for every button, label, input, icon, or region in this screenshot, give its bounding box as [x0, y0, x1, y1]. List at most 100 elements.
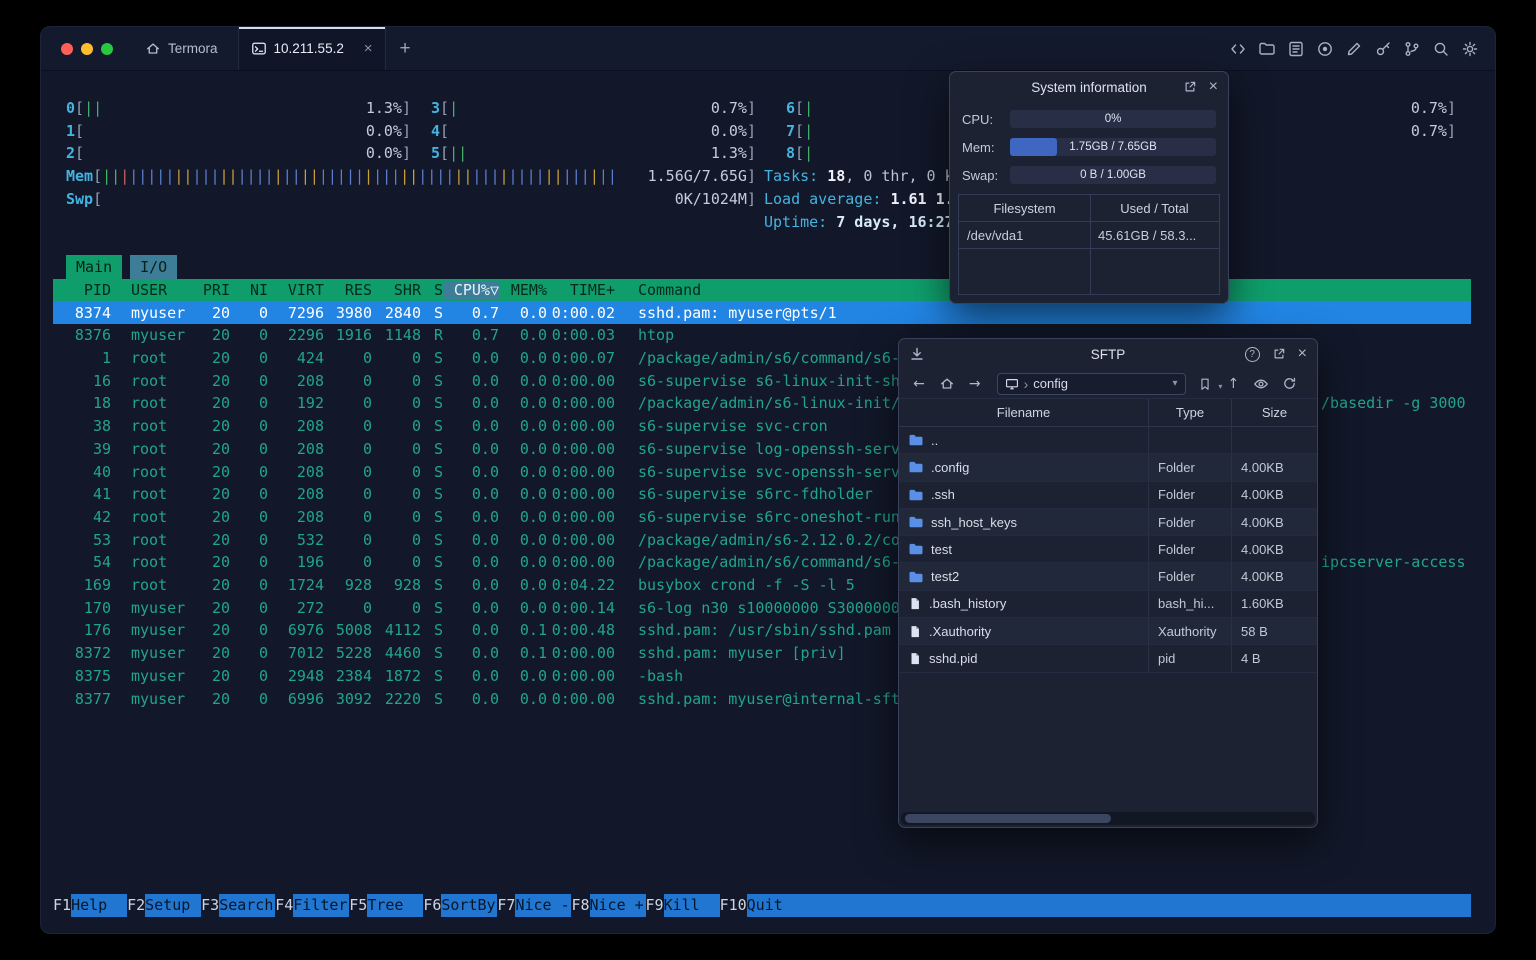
cpu-meter-2: 2[0.0%] [66, 142, 411, 165]
column-header-s[interactable]: S [421, 281, 443, 299]
process-time: 0:00.48 [551, 621, 615, 640]
open-external-icon[interactable] [1183, 80, 1197, 94]
download-icon[interactable] [909, 346, 925, 362]
file-row-test2[interactable]: test2 Folder 4.00KB [899, 563, 1317, 591]
up-icon[interactable]: ↑ [1223, 376, 1243, 392]
column-type[interactable]: Type [1149, 399, 1232, 426]
close-window-button[interactable] [61, 42, 73, 55]
file-row--bash-history[interactable]: .bash_history bash_hi... 1.60KB [899, 590, 1317, 619]
pen-icon[interactable] [1345, 40, 1363, 58]
notes-icon[interactable] [1287, 40, 1305, 58]
branch-icon[interactable] [1403, 40, 1421, 58]
column-header-virt[interactable]: VIRT [268, 281, 324, 299]
forward-icon[interactable]: → [965, 376, 985, 392]
column-header-cpu[interactable]: CPU%▽ [443, 280, 499, 299]
fkey-label-f4[interactable]: Filter [293, 894, 350, 917]
file-name-cell: sshd.pid [899, 645, 1149, 672]
zoom-window-button[interactable] [101, 42, 113, 55]
scrollbar-thumb[interactable] [905, 814, 1111, 823]
file-row-test[interactable]: test Folder 4.00KB [899, 536, 1317, 564]
process-cmd-overflow: ipcserver-access [1321, 553, 1466, 572]
open-external-icon[interactable] [1272, 347, 1286, 361]
file-row-ssh-host-keys[interactable]: ssh_host_keys Folder 4.00KB [899, 508, 1317, 537]
file-row-sshd-pid[interactable]: sshd.pid pid 4 B [899, 645, 1317, 673]
column-filename[interactable]: Filename [899, 399, 1149, 426]
process-res: 0 [362, 485, 372, 504]
minimize-window-button[interactable] [81, 42, 93, 55]
column-header-time[interactable]: TIME+ [547, 281, 615, 299]
file-row--ssh[interactable]: .ssh Folder 4.00KB [899, 481, 1317, 509]
column-filesystem[interactable]: Filesystem [959, 201, 1090, 216]
bookmark-icon[interactable]: ▾ [1196, 377, 1222, 391]
process-user: myuser [131, 621, 186, 640]
mem-pipes: || [400, 167, 419, 186]
file-row--config[interactable]: .config Folder 4.00KB [899, 454, 1317, 482]
file-type-cell: Folder [1149, 481, 1232, 508]
process-res: 0 [362, 507, 372, 526]
chevron-down-icon: ▾ [1172, 378, 1178, 389]
column-used-total[interactable]: Used / Total [1090, 201, 1219, 216]
fkey-label-f10[interactable]: Quit [746, 894, 803, 917]
settings-icon[interactable] [1461, 40, 1479, 58]
process-ni: 0 [258, 439, 268, 458]
fkey-f9: F9 [645, 896, 664, 914]
key-icon[interactable] [1374, 40, 1392, 58]
fkey-label-f9[interactable]: Kill [663, 894, 720, 917]
column-header-pid[interactable]: PID [53, 281, 111, 299]
code-icon[interactable] [1229, 40, 1247, 58]
column-header-mem[interactable]: MEM% [499, 281, 547, 299]
filesystem-row[interactable]: /dev/vda1 45.61GB / 58.3... [959, 222, 1219, 249]
horizontal-scrollbar [901, 812, 1315, 825]
file-row-parent[interactable]: .. [899, 427, 1317, 455]
fkey-label-f2[interactable]: Setup [145, 894, 202, 917]
fkey-label-f1[interactable]: Help [71, 894, 128, 917]
file-row--Xauthority[interactable]: .Xauthority Xauthority 58 B [899, 618, 1317, 646]
process-table-header: PID USER PRI NI VIRT RES SHR S CPU%▽ MEM% TIME+ Com… [53, 278, 1471, 302]
fkey-label-f5[interactable]: Tree [367, 894, 424, 917]
fkey-label-f6[interactable]: SortBy [441, 894, 498, 917]
refresh-icon[interactable] [1279, 376, 1299, 391]
fkey-label-f8[interactable]: Nice + [589, 894, 646, 917]
new-tab-button[interactable]: + [400, 38, 411, 60]
fkey-label-f7[interactable]: Nice - [515, 894, 572, 917]
process-res: 0 [362, 439, 372, 458]
search-icon[interactable] [1432, 40, 1450, 58]
cpu-percent: 1.3% [710, 144, 747, 163]
cpu-usage-bar: 0% [1010, 110, 1216, 128]
eye-icon[interactable] [1251, 376, 1271, 392]
meter-bracket: [ [795, 121, 805, 140]
back-icon[interactable]: ← [909, 376, 929, 392]
mem-pipes: ||| [472, 167, 500, 186]
help-icon[interactable]: ? [1244, 346, 1260, 362]
record-icon[interactable] [1316, 40, 1334, 58]
column-header-pri[interactable]: PRI [198, 281, 230, 299]
process-ni: 0 [258, 303, 268, 322]
tasks-count: 18 [827, 167, 846, 186]
tab-main[interactable]: Main [66, 254, 123, 280]
path-breadcrumb[interactable]: › config ▾ [996, 372, 1186, 395]
tab-termora-home[interactable]: Termora [135, 27, 228, 70]
swap-label: Swp [66, 189, 94, 208]
column-header-user[interactable]: USER [131, 281, 198, 299]
close-tab-icon[interactable]: × [364, 41, 373, 56]
column-header-res[interactable]: RES [324, 281, 372, 299]
swap-usage-text: 0 B / 1.00GB [1080, 169, 1146, 181]
process-virt: 208 [296, 371, 324, 390]
column-header-shr[interactable]: SHR [372, 281, 421, 299]
process-row-8374[interactable]: 8374 myuser 20 0 7296 3980 2840 S 0.7 0.0 0:00.02 s… [53, 301, 1471, 324]
file-size-cell: 4.00KB [1241, 487, 1284, 503]
process-pri: 20 [211, 371, 230, 390]
fkey-label-f3[interactable]: Search [219, 894, 276, 917]
current-folder: config [1033, 376, 1068, 391]
home-icon[interactable] [937, 376, 957, 392]
mem-pipes: || [300, 167, 319, 186]
close-icon[interactable]: × [1298, 346, 1307, 362]
close-icon[interactable]: × [1209, 79, 1218, 95]
column-size[interactable]: Size [1232, 405, 1317, 420]
screen-tabs-line: Main I/O [53, 254, 1471, 280]
column-header-ni[interactable]: NI [230, 281, 268, 299]
folder-icon[interactable] [1258, 40, 1276, 58]
tab-io[interactable]: I/O [130, 254, 178, 280]
process-pri: 20 [211, 326, 230, 345]
tab-session[interactable]: 10.211.55.2 × [237, 27, 386, 70]
